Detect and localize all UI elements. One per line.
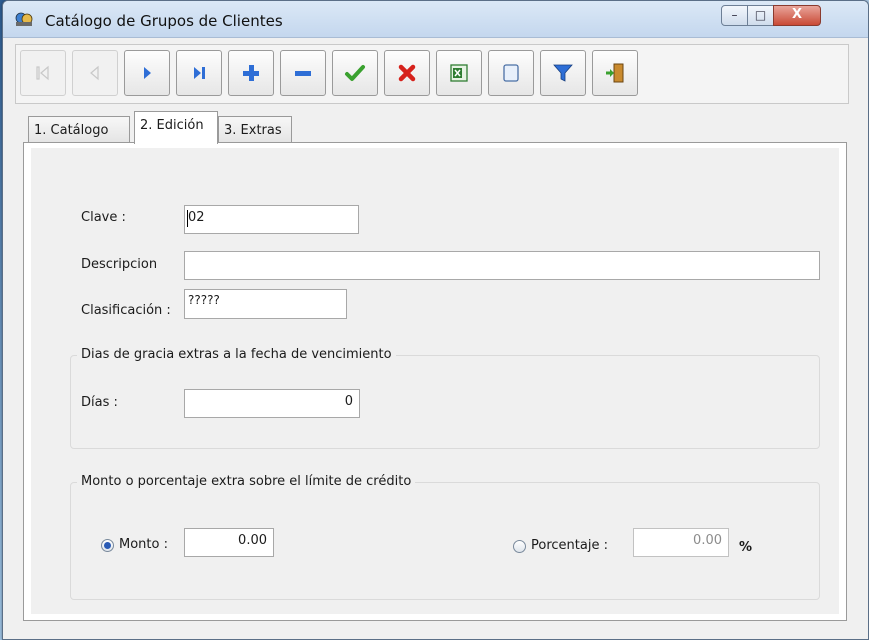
monto-field[interactable]: 0.00 xyxy=(184,528,274,557)
minimize-button[interactable]: – xyxy=(721,5,748,26)
minimize-icon: – xyxy=(731,8,738,22)
previous-record-button[interactable] xyxy=(72,50,118,96)
toolbar xyxy=(15,44,849,104)
clasificacion-value: ????? xyxy=(188,293,220,307)
x-icon xyxy=(398,64,416,82)
first-record-button[interactable] xyxy=(20,50,66,96)
maximize-button[interactable]: □ xyxy=(747,5,774,26)
monto-label[interactable]: Monto : xyxy=(119,537,168,552)
porcentaje-label[interactable]: Porcentaje : xyxy=(531,538,608,553)
dias-field[interactable]: 0 xyxy=(184,389,360,418)
edit-panel: Clave : 02 Descripcion Clasificación : ?… xyxy=(23,142,847,621)
dias-label: Días : xyxy=(81,395,118,410)
porcentaje-radio[interactable] xyxy=(513,540,526,553)
minus-icon xyxy=(295,71,311,76)
clave-label: Clave : xyxy=(81,210,126,225)
funnel-icon xyxy=(553,64,573,82)
play-left-icon xyxy=(90,65,99,81)
dias-groupbox xyxy=(70,355,820,449)
dias-value: 0 xyxy=(344,394,353,409)
add-record-button[interactable] xyxy=(228,50,274,96)
clasificacion-label: Clasificación : xyxy=(81,303,171,318)
monto-group-legend: Monto o porcentaje extra sobre el límite… xyxy=(77,474,416,489)
clave-field[interactable]: 02 xyxy=(184,205,359,234)
cancel-record-button[interactable] xyxy=(384,50,430,96)
descripcion-label: Descripcion xyxy=(81,257,158,272)
skip-first-icon xyxy=(36,65,49,81)
last-record-button[interactable] xyxy=(176,50,222,96)
close-button[interactable]: X xyxy=(773,5,821,26)
app-window: Catálogo de Grupos de Clientes – □ X 1. … xyxy=(2,0,869,640)
save-record-button[interactable] xyxy=(332,50,378,96)
clave-value: 02 xyxy=(188,210,205,225)
close-icon: X xyxy=(791,7,803,22)
monto-radio[interactable] xyxy=(101,539,114,552)
maximize-icon: □ xyxy=(754,8,767,22)
plus-icon xyxy=(243,65,259,81)
descripcion-field[interactable] xyxy=(184,251,820,280)
edit-panel-body: Clave : 02 Descripcion Clasificación : ?… xyxy=(31,148,839,614)
title-bar[interactable]: Catálogo de Grupos de Clientes – □ X xyxy=(3,1,868,38)
porcentaje-value: 0.00 xyxy=(693,533,722,548)
skip-last-icon xyxy=(194,67,205,79)
app-icon xyxy=(15,12,33,26)
document-icon xyxy=(503,64,519,82)
monto-value: 0.00 xyxy=(238,533,267,548)
clasificacion-field[interactable]: ????? xyxy=(184,289,347,319)
check-icon xyxy=(345,65,365,81)
porcentaje-field[interactable]: 0.00 xyxy=(633,528,729,557)
window-title: Catálogo de Grupos de Clientes xyxy=(45,12,283,30)
next-record-button[interactable] xyxy=(124,50,170,96)
tab-edicion[interactable]: 2. Edición xyxy=(134,111,218,144)
filter-button[interactable] xyxy=(540,50,586,96)
delete-record-button[interactable] xyxy=(280,50,326,96)
radio-selected-dot xyxy=(104,542,111,549)
door-exit-icon xyxy=(606,63,624,83)
exit-button[interactable] xyxy=(592,50,638,96)
new-document-button[interactable] xyxy=(488,50,534,96)
text-caret xyxy=(187,210,188,227)
tab-catalogo[interactable]: 1. Catálogo xyxy=(28,116,130,143)
dias-group-legend: Dias de gracia extras a la fecha de venc… xyxy=(77,347,396,362)
percent-unit: % xyxy=(739,540,753,555)
tab-extras[interactable]: 3. Extras xyxy=(218,116,292,143)
excel-icon xyxy=(450,64,468,82)
export-excel-button[interactable] xyxy=(436,50,482,96)
play-right-icon xyxy=(144,67,151,79)
